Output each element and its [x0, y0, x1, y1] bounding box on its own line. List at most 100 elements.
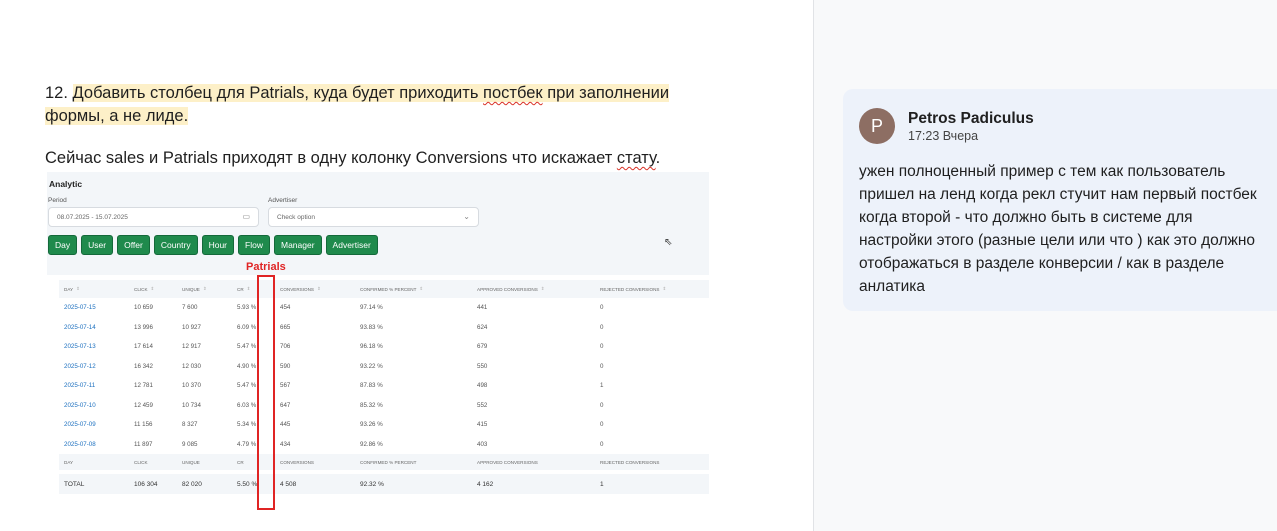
analytic-title: Analytic	[49, 179, 83, 189]
chip-offer: Offer	[117, 235, 150, 255]
table-row: 2025-07-12 16 342 12 030 4.90 % 590 93.2…	[59, 357, 709, 377]
cell-confirmed: 93.22 %	[360, 362, 383, 370]
cell-click: 11 897	[134, 440, 153, 448]
period-field: 08.07.2025 - 15.07.2025 ▭	[48, 207, 259, 227]
cell-click: 12 459	[134, 401, 153, 409]
footer-col-header: DAY	[64, 459, 74, 465]
cell-click: 10 659	[134, 304, 153, 312]
sort-icon: ⇕	[246, 286, 251, 291]
group-by-chips: Day User Offer Country Hour Flow Manager…	[48, 235, 378, 255]
cell-unique: 12 917	[182, 343, 201, 351]
patrials-column-highlight	[257, 275, 275, 510]
patrials-annotation: Patrials	[246, 261, 286, 273]
cell-day: 2025-07-09	[64, 421, 96, 429]
cell-click: 12 781	[134, 382, 153, 390]
cell-confirmed: 92.86 %	[360, 440, 383, 448]
cell-day: 2025-07-14	[64, 323, 96, 331]
col-header: DAY ⇕	[64, 286, 80, 292]
calendar-icon: ▭	[242, 212, 250, 221]
chip-manager: Manager	[273, 235, 322, 255]
advertiser-placeholder: Check option	[277, 214, 315, 221]
cell-conversions: 706	[280, 343, 291, 351]
cell-confirmed: 93.83 %	[360, 323, 383, 331]
comment-card[interactable]: P Petros Padiculus 17:23 Вчера ужен полн…	[843, 89, 1277, 311]
sort-icon: ⇕	[540, 286, 545, 291]
col-header: CONFIRMED % PERCENT ⇕	[360, 286, 424, 292]
col-header: UNIQUE ⇕	[182, 286, 207, 292]
chip-flow: Flow	[238, 235, 270, 255]
cell-confirmed: 87.83 %	[360, 382, 383, 390]
misspelled-word[interactable]: постбек	[483, 84, 543, 102]
total-rejected: 1	[600, 480, 604, 488]
cell-approved: 624	[477, 323, 488, 331]
table-row: 2025-07-10 12 459 10 734 6.03 % 647 85.3…	[59, 396, 709, 416]
cell-click: 11 156	[134, 421, 153, 429]
period-label: Period	[48, 197, 67, 204]
comment-text: ужен полноценный пример с тем как пользо…	[859, 163, 1257, 295]
sort-icon: ⇕	[202, 286, 207, 291]
cell-day: 2025-07-10	[64, 401, 96, 409]
col-header: CONVERSIONS ⇕	[280, 286, 321, 292]
footer-col-header: CR	[237, 459, 244, 465]
footer-col-header: UNIQUE	[182, 459, 200, 465]
cell-click: 13 996	[134, 323, 153, 331]
cell-conversions: 647	[280, 401, 291, 409]
cell-unique: 12 030	[182, 362, 201, 370]
cell-unique: 9 085	[182, 440, 198, 448]
cell-cr: 5.93 %	[237, 304, 257, 312]
col-header: REJECTED CONVERSIONS ⇕	[600, 286, 667, 292]
chip-day: Day	[48, 235, 78, 255]
cell-approved: 550	[477, 362, 488, 370]
cell-approved: 415	[477, 421, 488, 429]
sort-icon: ⇕	[150, 286, 155, 291]
cell-rejected: 0	[600, 440, 604, 448]
footer-col-header: APPROVED CONVERSIONS	[477, 459, 538, 465]
total-approved: 4 162	[477, 480, 494, 488]
task-paragraph[interactable]: 12. Добавить столбец для Patrials, куда …	[45, 82, 685, 128]
cell-cr: 4.90 %	[237, 362, 257, 370]
chip-advertiser: Advertiser	[325, 235, 378, 255]
cell-unique: 10 927	[182, 323, 201, 331]
table-row: 2025-07-15 10 659 7 600 5.93 % 454 97.14…	[59, 298, 709, 318]
table-header: DAY ⇕ CLICK ⇕ UNIQUE ⇕ CR ⇕ CONVERSIONS ⇕ CON…	[59, 280, 709, 298]
highlighted-text[interactable]: Добавить столбец для Patrials, куда буде…	[45, 84, 670, 125]
task-text-part1: Добавить столбец для Patrials, куда буде…	[72, 84, 479, 102]
total-confirmed: 92.32 %	[360, 480, 384, 488]
misspelled-word[interactable]: стату	[617, 149, 656, 167]
embedded-analytics-screenshot[interactable]: Analytic Period 08.07.2025 - 15.07.2025 …	[47, 172, 709, 512]
cell-conversions: 445	[280, 421, 291, 429]
period-value: 08.07.2025 - 15.07.2025	[57, 214, 128, 221]
explanation-text: Сейчас sales и Patrials приходят в одну …	[45, 149, 613, 167]
cell-cr: 6.09 %	[237, 323, 257, 331]
cell-rejected: 0	[600, 421, 604, 429]
chip-user: User	[81, 235, 114, 255]
cell-day: 2025-07-13	[64, 343, 96, 351]
cell-conversions: 590	[280, 362, 291, 370]
cell-unique: 10 370	[182, 382, 201, 390]
table-total-row: TOTAL 106 304 82 020 5.50 % 4 508 92.32 …	[59, 474, 709, 494]
avatar[interactable]: P	[859, 108, 895, 144]
cell-conversions: 434	[280, 440, 291, 448]
cell-cr: 4.79 %	[237, 440, 257, 448]
mouse-cursor-icon: ⇖	[664, 237, 673, 248]
cell-day: 2025-07-12	[64, 362, 96, 370]
col-header: CR ⇕	[237, 286, 251, 292]
analytics-table-card: DAY ⇕ CLICK ⇕ UNIQUE ⇕ CR ⇕ CONVERSIONS ⇕ CON…	[47, 275, 709, 512]
cell-click: 17 614	[134, 343, 153, 351]
explanation-paragraph[interactable]: Сейчас sales и Patrials приходят в одну …	[45, 147, 745, 170]
table-row: 2025-07-13 17 614 12 917 5.47 % 706 96.1…	[59, 337, 709, 357]
table-row: 2025-07-11 12 781 10 370 5.47 % 567 87.8…	[59, 376, 709, 396]
task-number: 12.	[45, 84, 68, 102]
cell-approved: 441	[477, 304, 488, 312]
cell-conversions: 665	[280, 323, 291, 331]
cell-approved: 498	[477, 382, 488, 390]
cell-rejected: 0	[600, 362, 604, 370]
cell-cr: 5.47 %	[237, 343, 257, 351]
cell-day: 2025-07-15	[64, 304, 96, 312]
col-header: APPROVED CONVERSIONS ⇕	[477, 286, 545, 292]
cell-cr: 6.03 %	[237, 401, 257, 409]
cell-conversions: 454	[280, 304, 291, 312]
cell-day: 2025-07-08	[64, 440, 96, 448]
footer-col-header: CLICK	[134, 459, 148, 465]
cell-rejected: 0	[600, 323, 604, 331]
